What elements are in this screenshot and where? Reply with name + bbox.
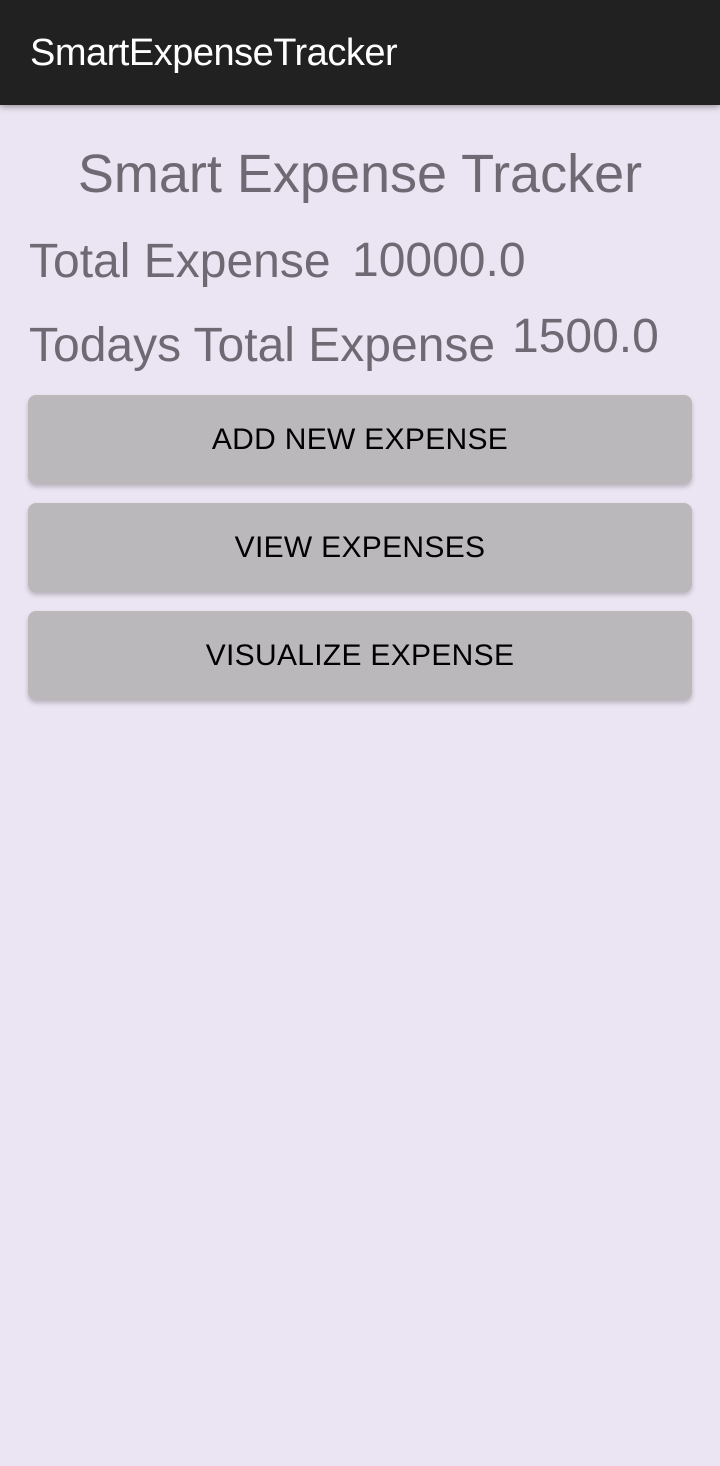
visualize-expense-button-label: VISUALIZE EXPENSE xyxy=(205,638,515,672)
view-expenses-button-label: VIEW EXPENSES xyxy=(234,530,486,564)
todays-total-expense-value: 1500.0 xyxy=(512,310,659,363)
add-new-expense-button-label: ADD NEW EXPENSE xyxy=(211,422,509,456)
todays-total-expense-label: Todays Total Expense xyxy=(29,319,496,372)
visualize-expense-button[interactable]: VISUALIZE EXPENSE xyxy=(28,611,692,700)
app-bar-title: SmartExpenseTracker xyxy=(30,32,398,74)
main-content: Smart Expense Tracker Total Expense 1000… xyxy=(0,105,720,1466)
view-expenses-button[interactable]: VIEW EXPENSES xyxy=(28,503,692,592)
total-expense-label: Total Expense xyxy=(29,235,331,288)
page-title: Smart Expense Tracker xyxy=(77,144,643,204)
app-bar: SmartExpenseTracker xyxy=(0,0,720,105)
total-expense-value: 10000.0 xyxy=(352,234,526,287)
add-new-expense-button[interactable]: ADD NEW EXPENSE xyxy=(28,395,692,484)
